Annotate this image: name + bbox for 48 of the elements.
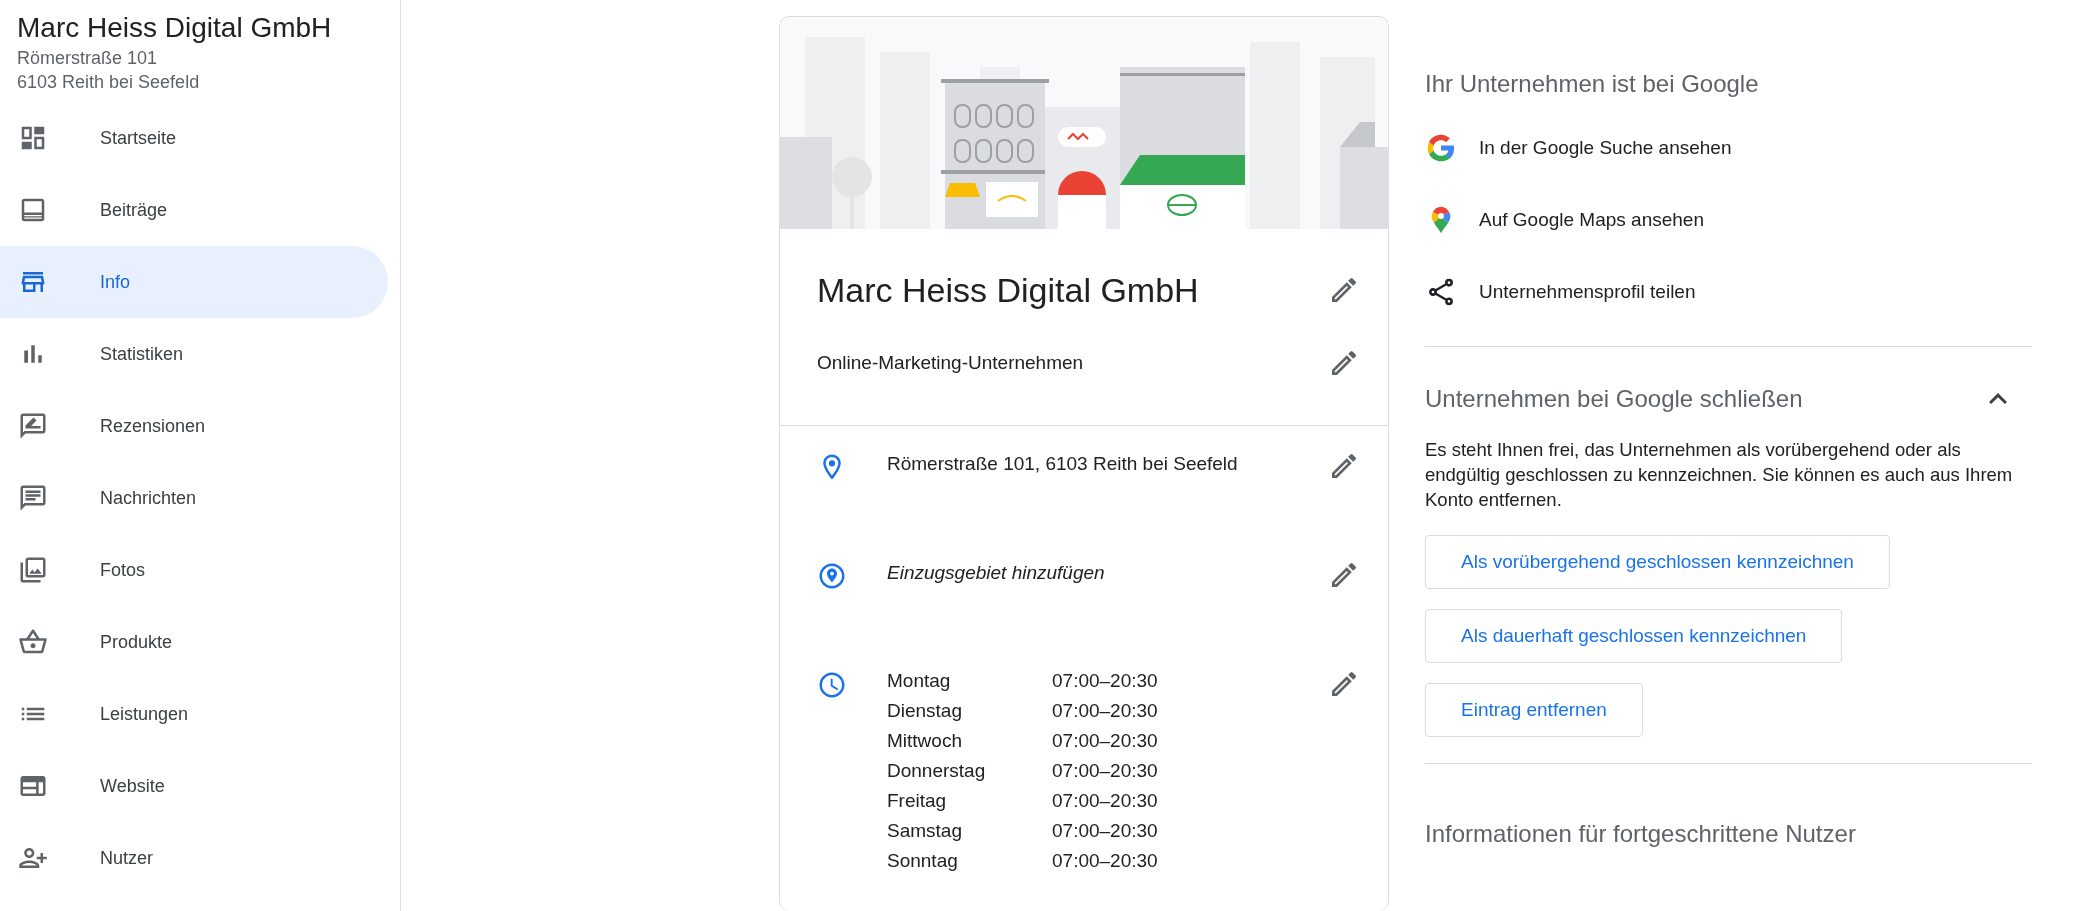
opening-time: 07:00–20:30 [1052, 849, 1159, 873]
day-label: Dienstag [887, 699, 963, 723]
service-area-link[interactable]: Einzugsgebiet hinzufügen [887, 559, 1328, 588]
google-logo-icon [1425, 132, 1457, 164]
address-line: Römerstraße 101 [16, 47, 159, 70]
business-name-heading: Marc Heiss Digital GmbH [817, 269, 1199, 311]
photos-icon [18, 555, 48, 585]
section-heading: Informationen für fortgeschrittene Nutzer [1425, 819, 1857, 849]
opening-time: 07:00–20:30 [1052, 669, 1159, 693]
message-icon [18, 483, 48, 513]
nav-item[interactable]: Info [0, 246, 388, 318]
area-pin-icon [817, 561, 847, 591]
section-heading: Unternehmen bei Google schließen [1425, 384, 1803, 414]
clock-icon [817, 670, 847, 700]
profile-link[interactable]: Unternehmensprofil teilen [1425, 256, 1696, 328]
business-category: Online-Marketing-Unternehmen [817, 350, 1084, 375]
day-label: Mittwoch [887, 729, 963, 753]
nav-item[interactable]: Rezensionen [0, 390, 388, 462]
profile-link[interactable]: Auf Google Maps ansehen [1425, 184, 1704, 256]
opening-time: 07:00–20:30 [1052, 729, 1159, 753]
nav-item[interactable]: Leistungen [0, 678, 388, 750]
nav-item[interactable]: Startseite [0, 102, 388, 174]
business-name: Marc Heiss Digital GmbH [16, 11, 333, 45]
opening-time: 07:00–20:30 [1052, 789, 1159, 813]
nav-item[interactable]: Statistiken [0, 318, 388, 390]
day-label: Freitag [887, 789, 948, 813]
opening-time: 07:00–20:30 [1052, 819, 1159, 843]
nav-item[interactable]: Nutzer [0, 822, 388, 894]
nav-item[interactable]: Nachrichten [0, 462, 388, 534]
close-business-description: Es steht Ihnen frei, das Unternehmen als vorübergehend oder als endgültig geschlossen zu kennzeichnen. Sie können es auch aus Ihrem Konto entfernen. [1425, 438, 2014, 512]
nav-item[interactable]: Website [0, 750, 388, 822]
day-label: Sonntag [887, 849, 959, 873]
close-action-button[interactable]: Als vorübergehend geschlossen kennzeichnen [1425, 535, 1890, 589]
address-line: 6103 Reith bei Seefeld [16, 71, 201, 94]
day-label: Samstag [887, 819, 963, 843]
close-action-button[interactable]: Eintrag entfernen [1425, 683, 1643, 737]
nav-item[interactable]: Beiträge [0, 174, 388, 246]
nav-item[interactable]: Fotos [0, 534, 388, 606]
day-label: Donnerstag [887, 759, 987, 783]
opening-time: 07:00–20:30 [1052, 699, 1159, 723]
day-label: Montag [887, 669, 952, 693]
profile-link[interactable]: In der Google Suche ansehen [1425, 112, 1732, 184]
nav-item[interactable]: Produkte [0, 606, 388, 678]
review-icon [18, 411, 48, 441]
close-action-button[interactable]: Als dauerhaft geschlossen kennzeichnen [1425, 609, 1843, 663]
address-text: Römerstraße 101, 6103 Reith bei Seefeld [887, 452, 1239, 476]
section-heading: Ihr Unternehmen ist bei Google [1425, 69, 1760, 99]
opening-time: 07:00–20:30 [1052, 759, 1159, 783]
